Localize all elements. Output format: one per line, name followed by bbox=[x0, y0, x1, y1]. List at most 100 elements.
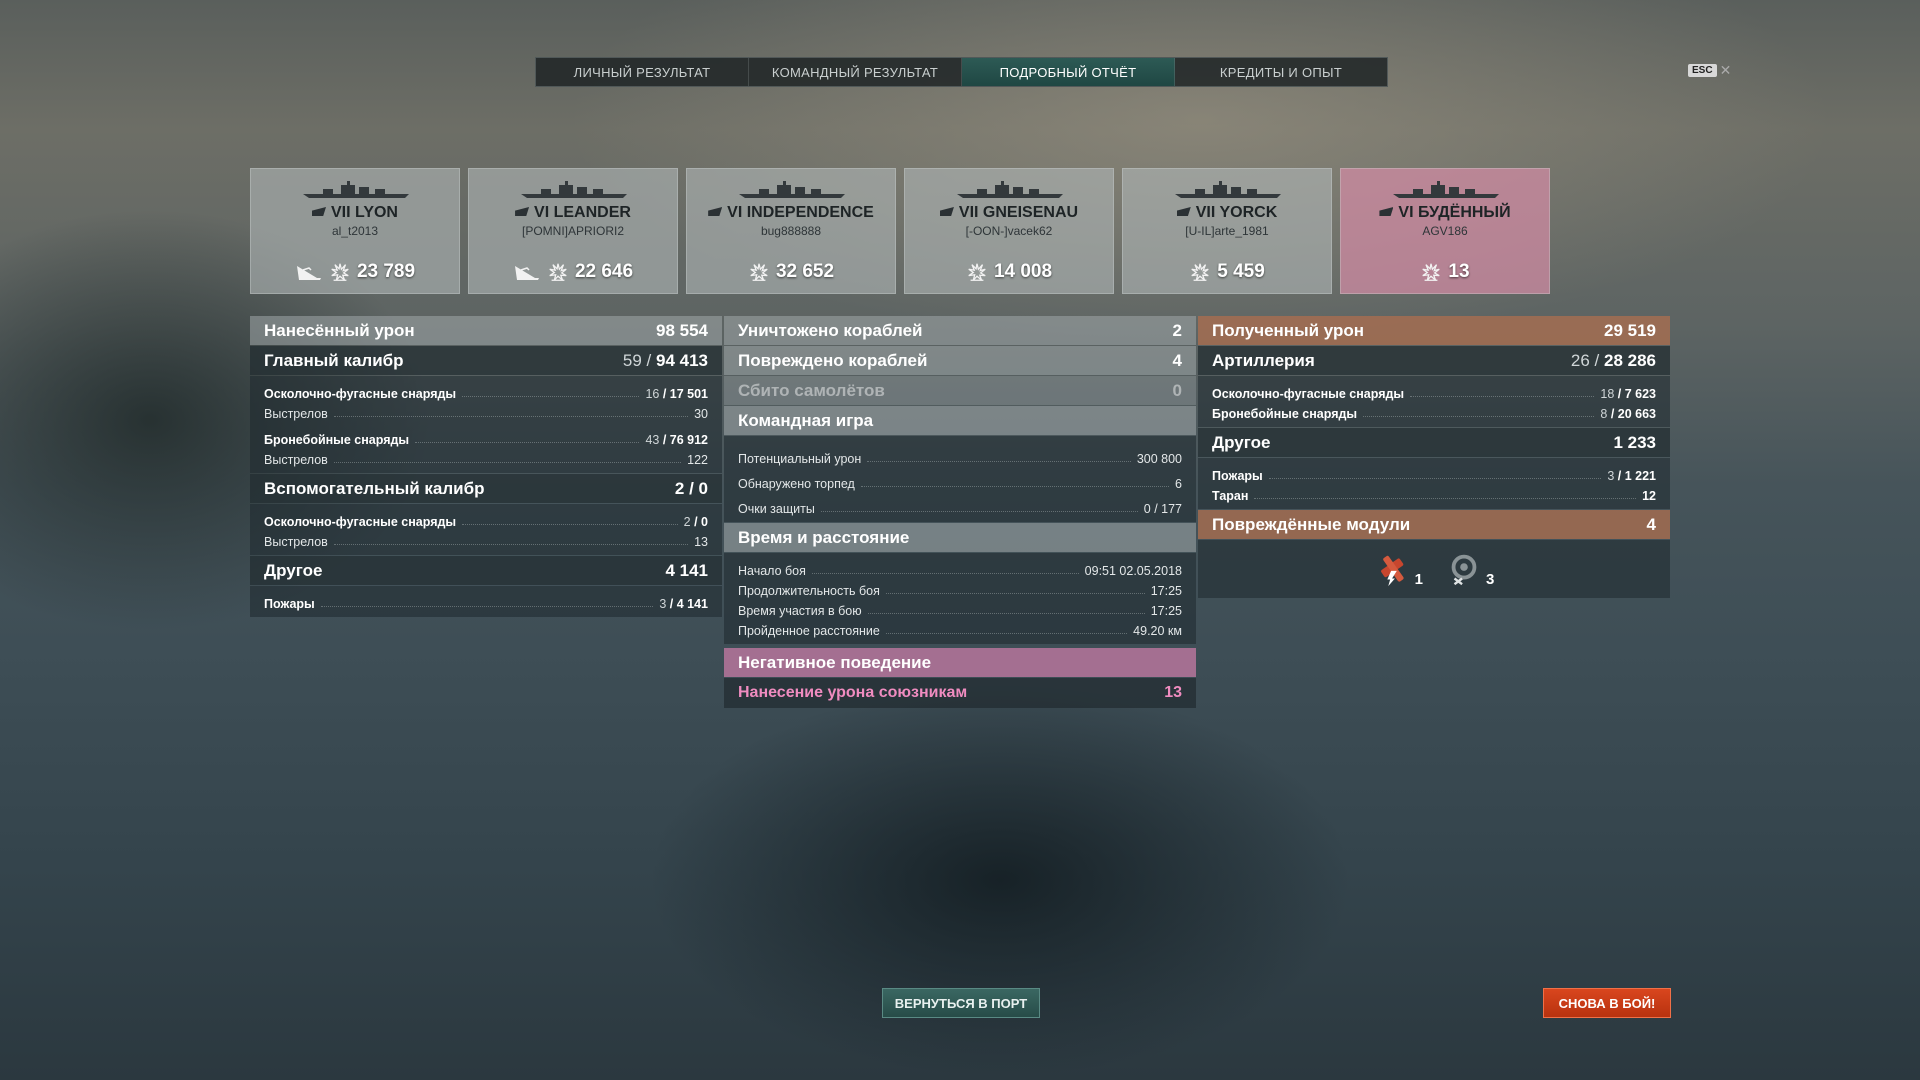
close-button[interactable]: ESC ✕ bbox=[1688, 62, 1731, 79]
secondary-battery-label: Вспомогательный калибр bbox=[264, 478, 485, 498]
damage-burst-icon bbox=[968, 263, 986, 281]
ship-class-icon bbox=[312, 207, 326, 216]
other-received-value: 1 233 bbox=[1613, 432, 1656, 452]
tab-credits-xp[interactable]: КРЕДИТЫ И ОПЫТ bbox=[1175, 58, 1387, 86]
damaged-modules-label: Повреждённые модули bbox=[1212, 514, 1411, 534]
secondary-battery-rows: Осколочно-фугасные снаряды 2 / 0 Выстрело… bbox=[250, 504, 722, 555]
close-icon: ✕ bbox=[1719, 62, 1732, 78]
artillery-rows: Осколочно-фугасные снаряды 18 / 7 623 Бро… bbox=[1198, 376, 1670, 427]
ship-card: VII LYON al_t2013 23 789 bbox=[250, 168, 460, 294]
ship-damage: 13 bbox=[1341, 261, 1549, 283]
teamplay-label: Командная игра bbox=[738, 410, 874, 430]
player-name: [POMNI]APRIORI2 bbox=[521, 224, 625, 238]
ship-damage: 14 008 bbox=[905, 261, 1113, 283]
damage-burst-icon bbox=[750, 263, 768, 281]
main-he-shots-row: Выстрелов 30 bbox=[264, 407, 708, 421]
damage-burst-icon bbox=[549, 263, 567, 281]
ship-class-icon bbox=[708, 207, 723, 216]
damage-received-panel: Полученный урон 29 519 Артиллерия 26 / 2… bbox=[1198, 316, 1670, 598]
battle-start-row: Начало боя 09:51 02.05.2018 bbox=[738, 564, 1182, 578]
main-battery-header: Главный калибр 59 / 94 413 bbox=[250, 346, 722, 375]
negative-behavior-header: Негативное поведение bbox=[724, 648, 1196, 677]
ship-damage: 23 789 bbox=[251, 261, 459, 283]
fires-received-row: Пожары 3 / 1 221 bbox=[1212, 469, 1656, 483]
ship-silhouette-icon bbox=[521, 181, 627, 198]
ship-name: VII LYON bbox=[251, 204, 459, 222]
damage-received-label: Полученный урон bbox=[1212, 320, 1365, 340]
time-distance-rows: Начало боя 09:51 02.05.2018 Продолжительн… bbox=[724, 553, 1196, 644]
ship-name: VI LEANDER bbox=[469, 204, 677, 222]
main-ap-shots-row: Выстрелов 122 bbox=[264, 453, 708, 467]
secondary-he-row: Осколочно-фугасные снаряды 2 / 0 bbox=[264, 515, 708, 529]
time-in-battle-row: Время участия в бою 17:25 bbox=[738, 604, 1182, 618]
ships-damaged-label: Повреждено кораблей bbox=[738, 350, 928, 370]
main-ap-row: Бронебойные снаряды 43 / 76 912 bbox=[264, 433, 708, 447]
engine-icon bbox=[1451, 554, 1477, 586]
other-dealt-rows: Пожары 3 / 4 141 bbox=[250, 586, 722, 617]
ship-damage: 32 652 bbox=[687, 261, 895, 283]
ship-silhouette-icon bbox=[303, 181, 409, 198]
esc-key-label: ESC bbox=[1688, 64, 1717, 77]
spotting-plane-icon bbox=[296, 266, 321, 280]
teamplay-rows: Потенциальный урон 300 800 Обнаружено тор… bbox=[724, 436, 1196, 522]
damage-burst-icon bbox=[1422, 263, 1441, 281]
distance-row: Пройденное расстояние 49.20 км bbox=[738, 624, 1182, 638]
tab-personal-result[interactable]: ЛИЧНЫЙ РЕЗУЛЬТАТ bbox=[536, 58, 749, 86]
return-to-port-button[interactable]: ВЕРНУТЬСЯ В ПОРТ bbox=[882, 988, 1040, 1018]
player-name: bug888888 bbox=[760, 224, 822, 238]
tab-detailed-report[interactable]: ПОДРОБНЫЙ ОТЧЁТ bbox=[962, 58, 1175, 86]
damage-burst-icon bbox=[331, 263, 349, 281]
artillery-label: Артиллерия bbox=[1212, 350, 1315, 370]
battle-stats-panel: Уничтожено кораблей 2 Повреждено корабле… bbox=[724, 316, 1196, 708]
ship-name: VII GNEISENAU bbox=[905, 204, 1113, 222]
other-dealt-label: Другое bbox=[264, 560, 323, 580]
steering-gear-icon bbox=[1380, 555, 1404, 587]
ships-damaged-value: 4 bbox=[1172, 350, 1182, 370]
ship-damage: 22 646 bbox=[469, 261, 677, 283]
module-engine: 3 bbox=[1445, 550, 1494, 588]
secondary-battery-value: 2 / 0 bbox=[674, 478, 708, 498]
defense-points-row: Очки защиты 0 / 177 bbox=[738, 502, 1182, 516]
tab-bar: ЛИЧНЫЙ РЕЗУЛЬТАТ КОМАНДНЫЙ РЕЗУЛЬТАТ ПОД… bbox=[535, 57, 1388, 87]
time-distance-header: Время и расстояние bbox=[724, 523, 1196, 552]
ship-silhouette-icon bbox=[1393, 181, 1499, 198]
ships-damaged-header: Повреждено кораблей 4 bbox=[724, 346, 1196, 375]
fires-dealt-row: Пожары 3 / 4 141 bbox=[264, 597, 708, 611]
planes-shot-header: Сбито самолётов 0 bbox=[724, 376, 1196, 405]
ship-damage-value: 5 459 bbox=[1217, 261, 1265, 282]
potential-damage-row: Потенциальный урон 300 800 bbox=[738, 452, 1182, 466]
main-battery-rows: Осколочно-фугасные снаряды 16 / 17 501 Вы… bbox=[250, 376, 722, 473]
ship-damage-value: 14 008 bbox=[993, 261, 1053, 282]
ship-class-icon bbox=[1176, 207, 1191, 216]
artillery-header: Артиллерия 26 / 28 286 bbox=[1198, 346, 1670, 375]
torpedoes-spotted-row: Обнаружено торпед 6 bbox=[738, 477, 1182, 491]
ship-class-icon bbox=[939, 207, 954, 216]
other-received-header: Другое 1 233 bbox=[1198, 428, 1670, 457]
ship-silhouette-icon bbox=[957, 181, 1063, 198]
damage-dealt-label: Нанесённый урон bbox=[264, 320, 415, 340]
secondary-battery-header: Вспомогательный калибр 2 / 0 bbox=[250, 474, 722, 503]
negative-behavior-label: Негативное поведение bbox=[738, 652, 932, 672]
main-he-row: Осколочно-фугасные снаряды 16 / 17 501 bbox=[264, 387, 708, 401]
damage-dealt-value: 98 554 bbox=[656, 320, 708, 340]
ship-damage: 5 459 bbox=[1123, 261, 1331, 283]
secondary-shots-row: Выстрелов 13 bbox=[264, 535, 708, 549]
battle-duration-row: Продолжительность боя 17:25 bbox=[738, 584, 1182, 598]
player-name: al_t2013 bbox=[331, 224, 379, 238]
other-dealt-value: 4 141 bbox=[665, 560, 708, 580]
battle-again-button[interactable]: СНОВА В БОЙ! bbox=[1543, 988, 1671, 1018]
team-damage-label: Нанесение урона союзникам bbox=[738, 684, 968, 701]
ships-destroyed-header: Уничтожено кораблей 2 bbox=[724, 316, 1196, 345]
ship-name: VI INDEPENDENCE bbox=[687, 204, 895, 222]
ship-class-icon bbox=[1379, 207, 1394, 216]
other-received-label: Другое bbox=[1212, 432, 1271, 452]
ship-silhouette-icon bbox=[739, 181, 845, 198]
ship-card: VII GNEISENAU [-OON-]vacek62 14 008 bbox=[904, 168, 1114, 294]
ship-damage-value: 23 789 bbox=[356, 261, 416, 282]
ship-class-icon bbox=[515, 207, 530, 216]
damaged-modules-header: Повреждённые модули 4 bbox=[1198, 510, 1670, 539]
received-ap-row: Бронебойные снаряды 8 / 20 663 bbox=[1212, 407, 1656, 421]
team-damage-row: Нанесение урона союзникам 13 bbox=[724, 678, 1196, 708]
damage-received-value: 29 519 bbox=[1604, 320, 1656, 340]
tab-team-result[interactable]: КОМАНДНЫЙ РЕЗУЛЬТАТ bbox=[749, 58, 962, 86]
